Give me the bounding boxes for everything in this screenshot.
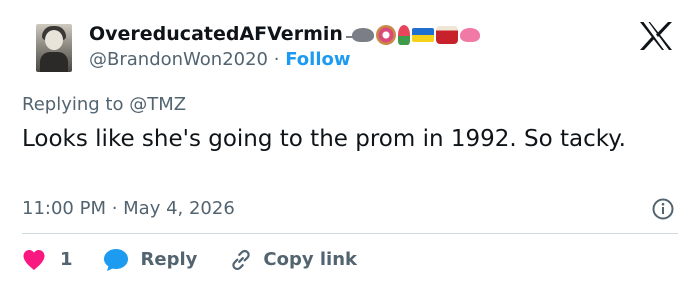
ukraine-flag-emoji-icon (412, 28, 434, 42)
tweet-timestamp[interactable]: 11:00 PM · May 4, 2026 (22, 196, 235, 222)
reply-button[interactable]: Reply (103, 248, 198, 272)
avatar-body (40, 52, 68, 72)
like-button[interactable]: 1 (22, 248, 73, 272)
heart-icon (23, 250, 45, 270)
copy-link-button[interactable]: Copy link (229, 248, 357, 272)
tweet-text: Looks like she's going to the prom in 19… (22, 126, 626, 152)
reply-label: Reply (140, 249, 198, 270)
copy-link-label: Copy link (263, 249, 357, 270)
name-emojis (346, 23, 480, 47)
user-handle[interactable]: @BrandonWon2020 (89, 49, 268, 70)
follow-button[interactable]: Follow (285, 49, 350, 70)
link-icon (232, 249, 251, 271)
divider (22, 233, 678, 234)
drum-emoji-icon (436, 26, 458, 44)
info-icon[interactable] (651, 197, 675, 221)
replying-to: Replying to @TMZ (22, 93, 186, 117)
donut-emoji-icon (376, 25, 396, 45)
handle-separator: · (273, 49, 280, 70)
replying-to-label: Replying to (22, 94, 124, 115)
rat-emoji-icon (346, 28, 374, 42)
avatar-head (45, 30, 63, 50)
flower-emoji-icon (398, 25, 410, 45)
x-logo-icon[interactable] (636, 20, 676, 52)
speech-bubble-icon (103, 249, 128, 271)
user-handle-row: @BrandonWon2020 · Follow (89, 48, 351, 72)
action-bar: 1 Reply Copy link (22, 246, 357, 274)
lotus-emoji-icon (460, 28, 480, 42)
replying-to-mention[interactable]: @TMZ (129, 94, 186, 115)
avatar[interactable] (36, 24, 72, 72)
like-count: 1 (60, 249, 73, 270)
display-name[interactable]: OvereducatedAFVermin (89, 22, 343, 46)
tweet-card: OvereducatedAFVermin @BrandonWon2020 · F… (0, 0, 700, 287)
